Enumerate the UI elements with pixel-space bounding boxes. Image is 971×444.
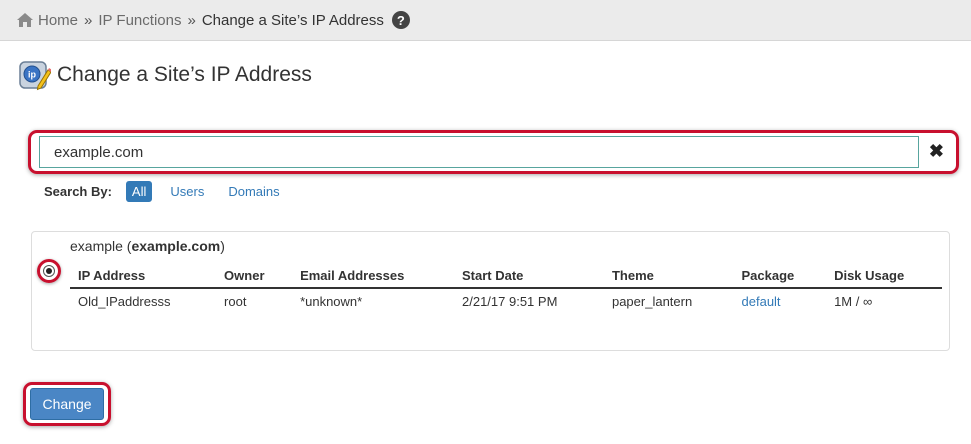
breadcrumb-current: Change a Site’s IP Address	[201, 11, 384, 29]
column-start-date: Start Date	[454, 264, 604, 289]
breadcrumb-ip-functions[interactable]: IP Functions	[98, 12, 181, 29]
cell-start-date: 2/21/17 9:51 PM	[462, 294, 558, 309]
breadcrumb-separator: »	[187, 11, 196, 29]
column-disk-usage: Disk Usage	[826, 264, 942, 289]
table-header-row: IP Address Owner Email Addresses Start D…	[70, 264, 942, 289]
cell-theme: paper_lantern	[611, 294, 693, 309]
cell-package: default	[734, 288, 827, 314]
search-by-users-button[interactable]: Users	[164, 181, 210, 202]
breadcrumb-separator: »	[84, 11, 93, 29]
search-by-domains-button[interactable]: Domains	[222, 181, 285, 202]
page-header: ip Change a Site’s IP Address	[19, 59, 312, 91]
breadcrumb: Home » IP Functions » Change a Site’s IP…	[0, 0, 971, 41]
result-panel: example (example.com) IP Address Owner E…	[31, 231, 950, 351]
search-by: Search By: All Users Domains	[44, 181, 298, 202]
cell-disk-usage: 1M / ∞	[834, 294, 873, 309]
column-theme: Theme	[603, 264, 734, 289]
search-by-label: Search By:	[44, 184, 112, 199]
result-account-name: example	[70, 238, 123, 254]
svg-text:ip: ip	[28, 70, 37, 80]
cell-ip-address: Old_IPaddresss	[78, 294, 171, 309]
change-highlight: Change	[23, 382, 111, 426]
ip-pencil-icon: ip	[19, 61, 51, 91]
table-row[interactable]: Old_IPaddresss root *unknown* 2/21/17 9:…	[70, 288, 942, 314]
breadcrumb-home[interactable]: Home	[38, 12, 78, 29]
column-email-addresses: Email Addresses	[292, 264, 454, 289]
select-radio[interactable]	[43, 265, 55, 277]
column-package: Package	[733, 264, 827, 289]
cell-owner: root	[224, 294, 247, 309]
cell-email-addresses: *unknown*	[300, 294, 363, 309]
help-icon[interactable]: ?	[391, 11, 410, 29]
column-ip-address: IP Address	[70, 264, 217, 289]
home-icon[interactable]	[16, 12, 34, 28]
result-domain: example.com	[131, 238, 221, 254]
result-table: IP Address Owner Email Addresses Start D…	[70, 264, 942, 314]
column-owner: Owner	[216, 264, 293, 289]
radio-selected-dot	[46, 268, 52, 274]
package-link[interactable]: default	[742, 294, 781, 309]
radio-highlight	[37, 259, 61, 283]
clear-icon[interactable]: ✖	[929, 141, 944, 162]
search-highlight: ✖	[28, 130, 959, 174]
search-input[interactable]	[39, 136, 919, 168]
search-by-all-button[interactable]: All	[125, 181, 153, 202]
change-button[interactable]: Change	[30, 388, 104, 420]
page-title: Change a Site’s IP Address	[57, 63, 312, 86]
result-title: example (example.com)	[70, 238, 225, 254]
